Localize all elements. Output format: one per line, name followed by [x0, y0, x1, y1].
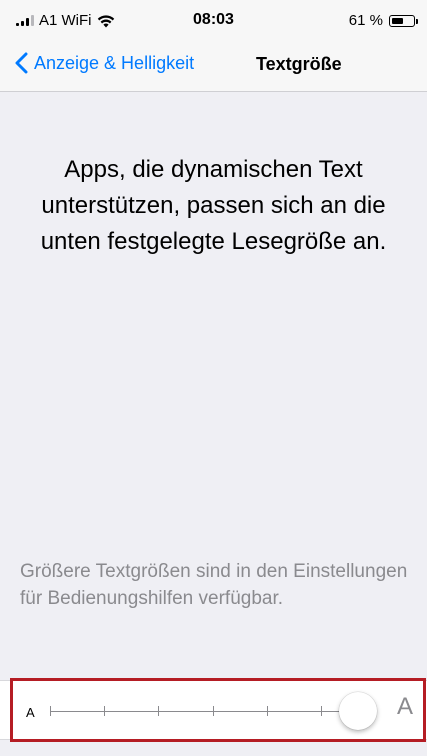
battery-icon: [389, 14, 418, 27]
chevron-left-icon: [15, 52, 28, 74]
battery-percent: 61 %: [348, 12, 383, 29]
navigation-bar: Anzeige & Helligkeit Textgröße: [0, 40, 427, 92]
preview-text: Apps, die dynamischen Text unterstützen,…: [40, 156, 387, 255]
battery-fill: [392, 17, 403, 24]
status-bar: A1 WiFi 08:03 61 %: [0, 0, 427, 40]
text-size-screen: A1 WiFi 08:03 61 % Anzeige & Helligkeit …: [0, 0, 427, 756]
page-title: Textgröße: [256, 54, 342, 74]
accessibility-info-text: Größere Textgrößen sind in den Einstellu…: [20, 561, 408, 609]
battery-cap: [416, 18, 418, 24]
back-button[interactable]: Anzeige & Helligkeit: [14, 52, 194, 74]
slider-highlight-box: [10, 678, 426, 742]
back-button-label: Anzeige & Helligkeit: [34, 52, 195, 73]
status-right: 61 %: [348, 12, 418, 29]
